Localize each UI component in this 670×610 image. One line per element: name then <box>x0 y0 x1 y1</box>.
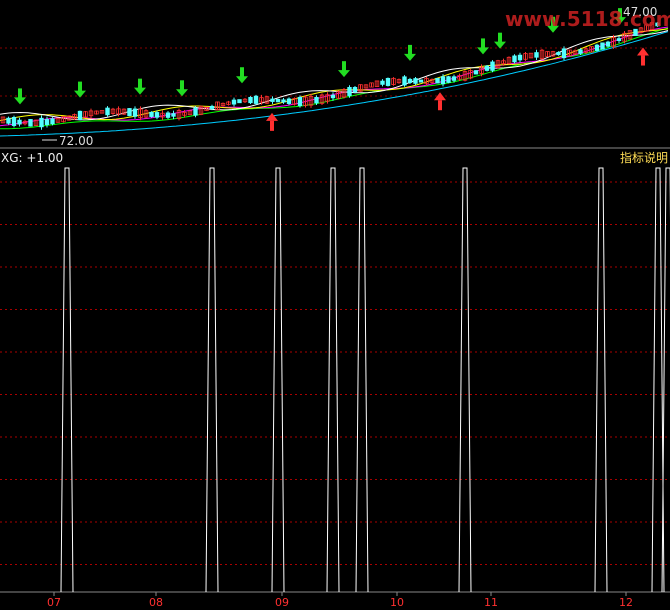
candle-down <box>330 94 336 99</box>
moving-average-ma5 <box>0 31 669 137</box>
indicator-panel: 07 08 09 10 11 12 <box>0 167 670 609</box>
sell-signal-arrow-stem <box>78 81 82 92</box>
x-tick-label-08: 08 <box>149 596 163 609</box>
sell-signal-arrow-stem <box>138 78 142 89</box>
candle-down <box>385 77 391 86</box>
sell-signal-arrow <box>134 87 146 95</box>
candle-down <box>281 99 286 103</box>
candle-down <box>380 80 385 85</box>
candle-down <box>473 70 479 75</box>
sell-signal-arrow <box>74 90 86 98</box>
candle-down <box>605 41 611 47</box>
candle-down <box>600 42 605 50</box>
candle-down <box>561 48 567 59</box>
candle-down <box>451 76 457 81</box>
candle-down <box>28 119 33 127</box>
candle-down <box>171 113 176 117</box>
candle-down <box>127 108 132 117</box>
candle-down <box>402 76 407 86</box>
signal-spike <box>326 167 340 593</box>
sell-signal-arrow-stem <box>481 38 485 49</box>
candle-down <box>446 76 451 83</box>
buy-signal-arrow-stem <box>641 55 645 66</box>
candle-down <box>248 96 253 104</box>
candle-down <box>512 55 517 63</box>
candle-down <box>517 54 523 61</box>
sell-signal-arrow <box>236 76 248 84</box>
sell-signal-arrow <box>176 89 188 97</box>
candle-down <box>39 117 44 128</box>
candle-down <box>440 76 446 85</box>
sell-signal-arrow <box>338 70 350 78</box>
sell-signal-arrow-stem <box>498 32 502 43</box>
candle-down <box>418 79 424 83</box>
candle-down <box>6 117 11 124</box>
candle-down <box>11 117 17 126</box>
sell-signal-arrow <box>404 53 416 61</box>
indicator-help-button[interactable]: 指标说明 <box>620 150 668 165</box>
candle-down <box>275 98 281 103</box>
candle-down <box>231 99 237 105</box>
x-tick-label-11: 11 <box>484 596 498 609</box>
price-low-label: 72.00 <box>59 134 93 148</box>
candle-down <box>347 86 352 96</box>
signal-spike <box>60 167 74 593</box>
candle-down <box>132 108 138 117</box>
candle-down <box>237 99 242 104</box>
candle-down <box>297 96 303 107</box>
candle-down <box>484 65 490 71</box>
sell-signal-arrow-stem <box>408 44 412 55</box>
sell-signal-arrow-stem <box>180 80 184 91</box>
candle-down <box>209 105 215 109</box>
candle-down <box>534 52 539 58</box>
candle-down <box>352 87 358 93</box>
signal-spike <box>594 167 608 593</box>
candle-down <box>193 107 198 116</box>
candle-down <box>44 119 50 125</box>
candle-down <box>616 38 622 42</box>
candle-down <box>165 112 171 118</box>
candle-down <box>490 61 495 71</box>
candle-down <box>77 110 83 121</box>
sell-signal-arrow-stem <box>18 88 22 99</box>
x-tick-label-09: 09 <box>275 596 289 609</box>
candle-down <box>314 96 319 104</box>
buy-signal-arrow-stem <box>438 100 442 111</box>
signal-spike <box>271 167 285 593</box>
candle-down <box>270 98 275 102</box>
candle-down <box>556 51 561 56</box>
chart-canvas: 07 08 09 10 11 12 www.5118.com 47.00 72.00 XG… <box>0 5 670 609</box>
signal-spike <box>205 167 219 593</box>
candle-down <box>413 78 418 84</box>
x-tick-label-10: 10 <box>390 596 404 609</box>
moving-average-ma1 <box>0 30 669 121</box>
sell-signal-arrow <box>14 97 26 105</box>
candle-down <box>286 98 292 104</box>
sell-signal-arrow-stem <box>240 67 244 78</box>
sell-signal-arrow <box>477 47 489 55</box>
sell-signal-arrow-stem <box>342 61 346 72</box>
candle-down <box>407 78 413 83</box>
candle-down <box>253 95 259 104</box>
candle-down <box>17 119 22 125</box>
candle-down <box>105 107 110 116</box>
price-high-label: 47.00 <box>623 5 657 19</box>
indicator-label: XG: +1.00 <box>1 151 63 165</box>
candle-down <box>149 111 154 117</box>
signal-spike <box>458 167 472 593</box>
buy-signal-arrow <box>637 47 649 56</box>
x-tick-label-12: 12 <box>619 596 633 609</box>
signal-spike <box>355 167 369 593</box>
candle-down <box>435 77 440 84</box>
candle-down <box>594 44 600 51</box>
buy-signal-arrow-stem <box>270 120 274 131</box>
candle-down <box>154 112 160 118</box>
candle-down <box>50 118 55 125</box>
x-tick-label-07: 07 <box>47 596 61 609</box>
candle-down <box>578 49 583 54</box>
moving-average-ma4 <box>0 27 669 130</box>
